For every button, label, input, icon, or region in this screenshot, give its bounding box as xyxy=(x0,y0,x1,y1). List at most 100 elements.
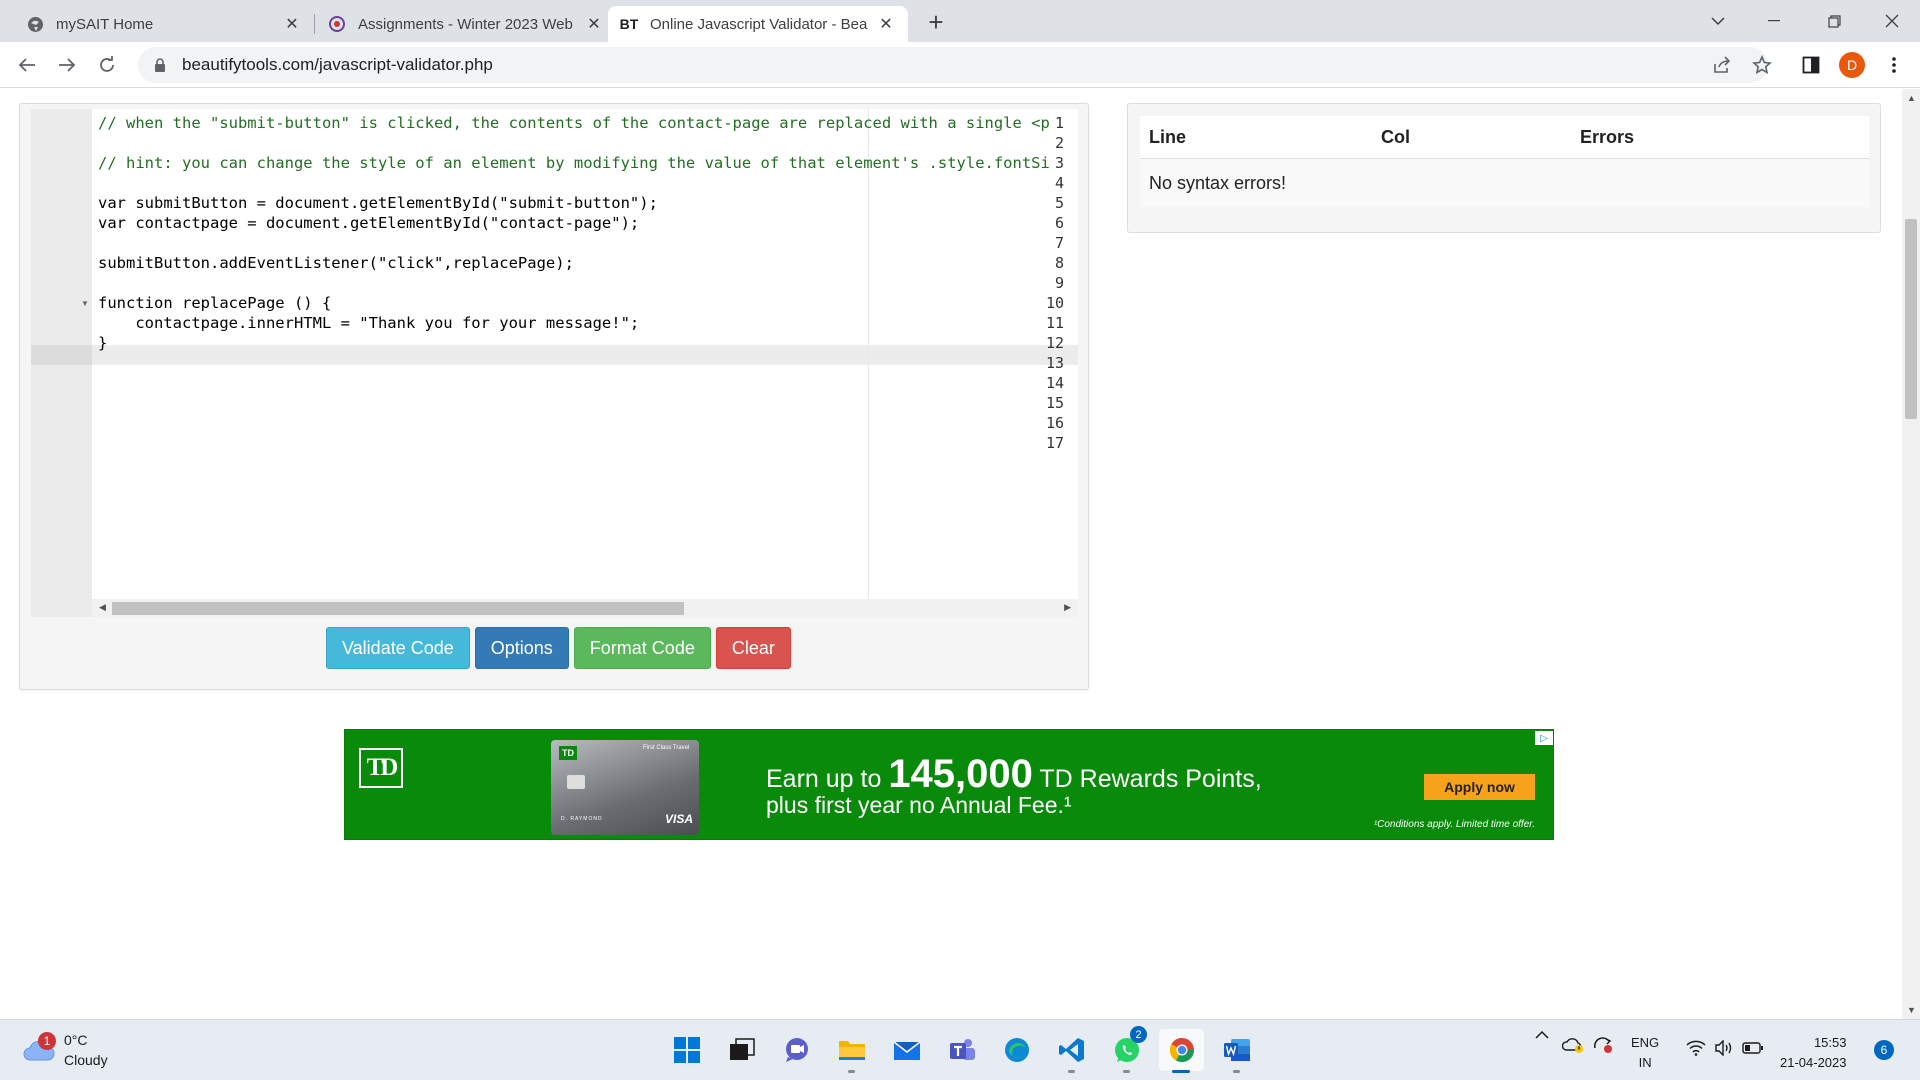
browser-toolbar: beautifytools.com/javascript-validator.p… xyxy=(0,42,1920,88)
ad-conditions: ¹Conditions apply. Limited time offer. xyxy=(1373,819,1535,830)
code-line: function replacePage () { xyxy=(98,294,332,312)
tab-search-icon[interactable] xyxy=(1690,0,1746,42)
tab-mysait-home[interactable]: mySAIT Home ✕ xyxy=(14,6,314,42)
print-margin xyxy=(868,109,869,599)
td-logo: TD xyxy=(359,748,403,788)
show-hidden-icons[interactable] xyxy=(1535,1030,1549,1040)
visa-logo: VISA xyxy=(665,812,694,826)
line-number: 6 xyxy=(1054,214,1064,232)
page-scrollbar[interactable]: ▲ ▼ xyxy=(1902,89,1920,1019)
vscode-icon[interactable] xyxy=(1049,1029,1094,1073)
col-header-col: Col xyxy=(1381,126,1410,147)
profile-avatar[interactable]: D xyxy=(1839,52,1865,78)
code-editor[interactable]: 1 2 3 4 5 6 7 8 9 10 ▼ 11 12 13 14 15 16… xyxy=(31,109,1078,617)
chrome-icon[interactable] xyxy=(1159,1029,1204,1073)
card-holder-name: D. RAYMOND xyxy=(561,816,603,822)
horizontal-scroll-thumb[interactable] xyxy=(112,602,684,615)
active-line-gutter xyxy=(31,345,92,365)
whatsapp-icon[interactable]: 2 xyxy=(1104,1026,1149,1073)
horizontal-scrollbar[interactable]: ◀ ▶ xyxy=(92,599,1078,617)
scroll-left-arrow-icon[interactable]: ◀ xyxy=(99,602,106,613)
no-errors-message: No syntax errors! xyxy=(1149,172,1287,193)
edge-icon[interactable] xyxy=(994,1029,1039,1071)
restore-button[interactable] xyxy=(1806,0,1862,42)
results-header-row: Line Col Errors xyxy=(1140,116,1869,159)
fold-arrow-icon[interactable]: ▼ xyxy=(81,299,89,308)
weather-widget[interactable]: 1 0°C Cloudy xyxy=(22,1030,108,1070)
scroll-up-arrow-icon[interactable]: ▲ xyxy=(1907,93,1916,103)
scroll-down-arrow-icon[interactable]: ▼ xyxy=(1907,1005,1916,1015)
network-sync-icon[interactable] xyxy=(1592,1036,1614,1054)
weather-text: 0°C Cloudy xyxy=(64,1030,108,1070)
close-window-button[interactable] xyxy=(1864,0,1920,42)
scroll-right-arrow-icon[interactable]: ▶ xyxy=(1064,602,1071,613)
forward-button[interactable] xyxy=(53,51,81,79)
address-bar[interactable]: beautifytools.com/javascript-validator.p… xyxy=(138,47,1768,83)
menu-kebab-icon[interactable] xyxy=(1879,50,1909,80)
tab-title: Assignments - Winter 2023 Web xyxy=(358,15,573,33)
share-icon[interactable] xyxy=(1707,50,1737,80)
line-number: 5 xyxy=(1054,194,1064,212)
format-code-button[interactable]: Format Code xyxy=(573,627,711,669)
minimize-button[interactable] xyxy=(1746,0,1802,42)
battery-icon[interactable] xyxy=(1742,1041,1764,1055)
page-scroll-thumb[interactable] xyxy=(1905,219,1917,419)
clock-date: 21-04-2023 xyxy=(1780,1055,1847,1070)
validate-code-button[interactable]: Validate Code xyxy=(326,627,470,669)
new-tab-button[interactable]: + xyxy=(922,7,950,37)
language-indicator[interactable]: ENG IN xyxy=(1631,1033,1659,1073)
file-explorer-icon[interactable] xyxy=(829,1029,874,1073)
back-button[interactable] xyxy=(13,51,41,79)
line-number: 12 xyxy=(1045,334,1064,352)
td-ad-banner[interactable]: TD TD First Class Travel D. RAYMOND VISA… xyxy=(344,729,1554,840)
tab-strip: mySAIT Home ✕ Assignments - Winter 2023 … xyxy=(0,0,1920,42)
tab-js-validator[interactable]: BT Online Javascript Validator - Beau ✕ xyxy=(608,6,908,42)
line-number: 2 xyxy=(1054,134,1064,152)
weather-alert-badge: 1 xyxy=(38,1032,56,1050)
close-tab-icon[interactable]: ✕ xyxy=(282,14,302,34)
results-table: Line Col Errors No syntax errors! xyxy=(1140,116,1869,207)
ad-choices-icon[interactable]: ▷ xyxy=(1535,731,1553,745)
col-header-errors: Errors xyxy=(1580,126,1635,147)
whatsapp-badge: 2 xyxy=(1130,1026,1147,1043)
side-panel-icon[interactable] xyxy=(1796,50,1826,80)
windows-taskbar: 1 0°C Cloudy 2 ENG IN 15:53 21-04-2023 6 xyxy=(0,1019,1920,1080)
line-number: 16 xyxy=(1045,414,1064,432)
clear-button[interactable]: Clear xyxy=(715,627,791,669)
wifi-icon[interactable] xyxy=(1686,1040,1706,1056)
ad-headline-suffix: TD Rewards Points, xyxy=(1032,765,1262,793)
page-content: 1 2 3 4 5 6 7 8 9 10 ▼ 11 12 13 14 15 16… xyxy=(0,89,1902,1019)
ad-headline-number: 145,000 xyxy=(888,752,1033,796)
tab-assignments[interactable]: Assignments - Winter 2023 Web ✕ xyxy=(316,6,616,42)
results-panel: Line Col Errors No syntax errors! xyxy=(1127,103,1881,233)
options-button[interactable]: Options xyxy=(474,627,569,669)
lock-icon[interactable] xyxy=(154,57,168,73)
volume-icon[interactable] xyxy=(1714,1040,1734,1056)
chat-icon[interactable] xyxy=(774,1029,819,1071)
line-number: 8 xyxy=(1054,254,1064,272)
close-tab-icon[interactable]: ✕ xyxy=(876,14,896,34)
tab-title: Online Javascript Validator - Beau xyxy=(650,15,868,33)
editor-panel: 1 2 3 4 5 6 7 8 9 10 ▼ 11 12 13 14 15 16… xyxy=(19,103,1089,690)
mail-icon[interactable] xyxy=(884,1029,929,1071)
lang-top: ENG xyxy=(1631,1035,1660,1050)
teams-icon[interactable] xyxy=(939,1029,984,1071)
weather-temp: 0°C xyxy=(64,1032,88,1048)
apply-now-button[interactable]: Apply now xyxy=(1424,774,1535,800)
line-number: 7 xyxy=(1054,234,1064,252)
system-clock[interactable]: 15:53 21-04-2023 xyxy=(1780,1033,1847,1073)
start-icon[interactable] xyxy=(664,1029,709,1071)
onedrive-warning-icon[interactable] xyxy=(1562,1036,1584,1054)
task-view-icon[interactable] xyxy=(719,1029,764,1071)
col-header-line: Line xyxy=(1149,126,1187,147)
code-line: // hint: you can change the style of an … xyxy=(98,154,1050,172)
tab-title: mySAIT Home xyxy=(56,15,154,33)
notification-badge[interactable]: 6 xyxy=(1874,1040,1894,1060)
bookmark-star-icon[interactable] xyxy=(1747,50,1777,80)
globe-icon xyxy=(26,15,44,33)
line-number: 1 xyxy=(1054,114,1064,132)
close-tab-icon[interactable]: ✕ xyxy=(584,14,604,34)
running-indicator xyxy=(1068,1070,1075,1073)
word-icon[interactable] xyxy=(1214,1029,1259,1073)
reload-button[interactable] xyxy=(93,51,121,79)
